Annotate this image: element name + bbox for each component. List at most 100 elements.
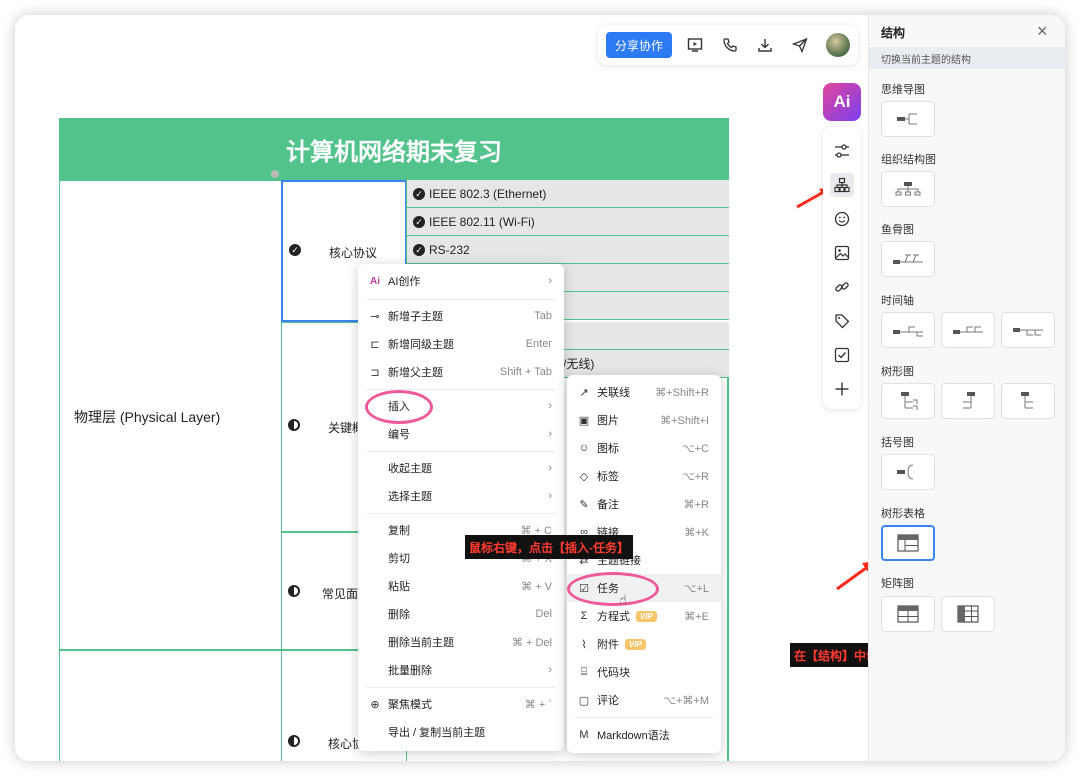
structure-timeline-1[interactable] bbox=[881, 312, 935, 348]
highlight-ring-task bbox=[567, 572, 659, 606]
top-toolbar: 分享协作 bbox=[598, 25, 858, 65]
sigma-icon: Σ bbox=[580, 610, 588, 622]
image-icon[interactable] bbox=[830, 241, 854, 265]
menu-item-add-sibling[interactable]: ⊏ 新增同级主题 Enter bbox=[358, 330, 564, 358]
leaf-topic[interactable]: ✓ RS-232 bbox=[406, 236, 729, 264]
menu-item-delete[interactable]: 删除 Del bbox=[358, 600, 564, 628]
structure-matrix-1[interactable] bbox=[881, 596, 935, 632]
menu-item-ai-create[interactable]: Ai AI创作 › bbox=[358, 267, 564, 295]
half-progress-icon bbox=[288, 735, 300, 747]
style-settings-icon[interactable] bbox=[830, 139, 854, 163]
paperclip-icon: ⌇ bbox=[581, 638, 587, 651]
branch-label: 核心协议 bbox=[329, 246, 378, 260]
structure-timeline-3[interactable] bbox=[1001, 312, 1055, 348]
menu-item-batch-delete[interactable]: 批量删除 › bbox=[358, 656, 564, 684]
panel-title: 结构 bbox=[881, 26, 906, 40]
structure-mind-map[interactable] bbox=[881, 101, 935, 137]
smiley-icon[interactable] bbox=[830, 207, 854, 231]
menu-item-export[interactable]: 导出 / 复制当前主题 bbox=[358, 718, 564, 746]
structure-tree-table[interactable] bbox=[881, 525, 935, 561]
structure-tree-2[interactable] bbox=[941, 383, 995, 419]
phone-icon[interactable] bbox=[719, 34, 741, 56]
section-bracket: 括号图 bbox=[881, 437, 914, 449]
menu-item-delete-current[interactable]: 删除当前主题 ⌘ + Del bbox=[358, 628, 564, 656]
section-tree-table: 树形表格 bbox=[881, 508, 925, 520]
check-done-icon: ✓ bbox=[413, 243, 425, 256]
send-icon[interactable] bbox=[789, 34, 811, 56]
ai-button[interactable]: Ai bbox=[823, 83, 861, 121]
map-title[interactable]: 计算机网络期末复习 bbox=[59, 118, 729, 180]
structure-timeline-2[interactable] bbox=[941, 312, 995, 348]
comment-icon: ▢ bbox=[578, 694, 590, 707]
tag-icon[interactable] bbox=[830, 309, 854, 333]
section-org-chart: 组织结构图 bbox=[881, 154, 936, 166]
vip-badge: VIP bbox=[636, 610, 657, 622]
menu-item-select[interactable]: 选择主题 › bbox=[358, 482, 564, 510]
structure-bracket[interactable] bbox=[881, 454, 935, 490]
share-collaborate-button[interactable]: 分享协作 bbox=[606, 32, 672, 58]
root-topic-label: 物理层 (Physical Layer) bbox=[74, 409, 221, 425]
menu-item-paste[interactable]: 粘贴 ⌘ + V bbox=[358, 572, 564, 600]
leaf-topic[interactable]: ✓ IEEE 802.11 (Wi-Fi) bbox=[406, 208, 729, 236]
context-menu: Ai AI创作 › ⊸ 新增子主题 Tab ⊏ 新增同级主题 Enter ⊐ 新增父主题 Shi… bbox=[358, 264, 564, 751]
structure-tree-3[interactable] bbox=[1001, 383, 1055, 419]
menu-item-collapse[interactable]: 收起主题 › bbox=[358, 454, 564, 482]
cursor-hand-icon: ☝ bbox=[619, 592, 627, 607]
section-mind-map: 思维导图 bbox=[881, 84, 925, 96]
tag-icon: ◇ bbox=[579, 470, 589, 483]
close-icon[interactable]: × bbox=[1037, 21, 1048, 42]
submenu-item-comment[interactable]: ▢ 评论 ⌥+⌘+M bbox=[567, 686, 721, 714]
insert-submenu: ↗ 关联线 ⌘+Shift+R ▣ 图片 ⌘+Shift+I ☺ 图标 ⌥+C ◇ 标签 ⌥+R… bbox=[567, 375, 721, 753]
check-done-icon: ✓ bbox=[289, 244, 301, 256]
task-checkbox-icon[interactable] bbox=[830, 343, 854, 367]
structure-matrix-2[interactable] bbox=[941, 596, 995, 632]
root-topic-cell-2[interactable] bbox=[59, 650, 282, 761]
structure-icon[interactable] bbox=[830, 173, 854, 197]
submenu-item-equation[interactable]: Σ 方程式 VIP ⌘+E bbox=[567, 602, 721, 630]
ai-icon: Ai bbox=[370, 275, 380, 287]
branch-label: 常见面 bbox=[322, 587, 359, 601]
submenu-item-image[interactable]: ▣ 图片 ⌘+Shift+I bbox=[567, 406, 721, 434]
chevron-right-icon: › bbox=[548, 462, 552, 474]
chevron-right-icon: › bbox=[548, 400, 552, 412]
user-avatar[interactable] bbox=[826, 33, 850, 57]
submenu-item-attachment[interactable]: ⌇ 附件 VIP bbox=[567, 630, 721, 658]
half-progress-icon bbox=[288, 585, 300, 597]
chevron-right-icon: › bbox=[548, 428, 552, 440]
image-icon: ▣ bbox=[578, 414, 590, 427]
structure-org-chart[interactable] bbox=[881, 171, 935, 207]
submenu-item-markdown[interactable]: M Markdown语法 bbox=[567, 721, 721, 749]
add-parent-icon: ⊐ bbox=[370, 366, 380, 379]
add-child-icon: ⊸ bbox=[370, 310, 380, 323]
menu-item-numbering[interactable]: 编号 › bbox=[358, 420, 564, 448]
structure-fishbone[interactable] bbox=[881, 241, 935, 277]
smiley-icon: ☺ bbox=[578, 442, 590, 454]
menu-item-add-parent[interactable]: ⊐ 新增父主题 Shift + Tab bbox=[358, 358, 564, 386]
submenu-item-note[interactable]: ✎ 备注 ⌘+R bbox=[567, 490, 721, 518]
submenu-item-relation-line[interactable]: ↗ 关联线 ⌘+Shift+R bbox=[567, 378, 721, 406]
side-toolbar bbox=[823, 127, 861, 409]
vip-badge: VIP bbox=[625, 638, 646, 650]
submenu-item-code-block[interactable]: ⌸ 代码块 bbox=[567, 658, 721, 686]
submenu-item-tag[interactable]: ◇ 标签 ⌥+R bbox=[567, 462, 721, 490]
chevron-right-icon: › bbox=[548, 490, 552, 502]
highlight-ring-insert bbox=[365, 390, 433, 424]
link-icon[interactable] bbox=[830, 275, 854, 299]
focus-icon: ⊕ bbox=[370, 698, 380, 711]
menu-item-add-child[interactable]: ⊸ 新增子主题 Tab bbox=[358, 302, 564, 330]
download-icon[interactable] bbox=[754, 34, 776, 56]
submenu-item-icon[interactable]: ☺ 图标 ⌥+C bbox=[567, 434, 721, 462]
structure-tree-1[interactable] bbox=[881, 383, 935, 419]
section-matrix: 矩阵图 bbox=[881, 578, 914, 590]
section-fishbone: 鱼骨图 bbox=[881, 224, 914, 236]
collapse-dot-icon[interactable] bbox=[271, 170, 279, 178]
leaf-topic[interactable]: ✓ IEEE 802.3 (Ethernet) bbox=[406, 180, 729, 208]
markdown-icon: M bbox=[579, 729, 589, 741]
plus-icon[interactable] bbox=[830, 377, 854, 401]
root-topic-cell[interactable]: 物理层 (Physical Layer) bbox=[59, 180, 282, 650]
menu-item-focus-mode[interactable]: ⊕ 聚焦模式 ⌘ + ` bbox=[358, 690, 564, 718]
section-tree: 树形图 bbox=[881, 366, 914, 378]
check-done-icon: ✓ bbox=[413, 215, 425, 228]
half-progress-icon bbox=[288, 419, 300, 431]
present-icon[interactable] bbox=[684, 34, 706, 56]
